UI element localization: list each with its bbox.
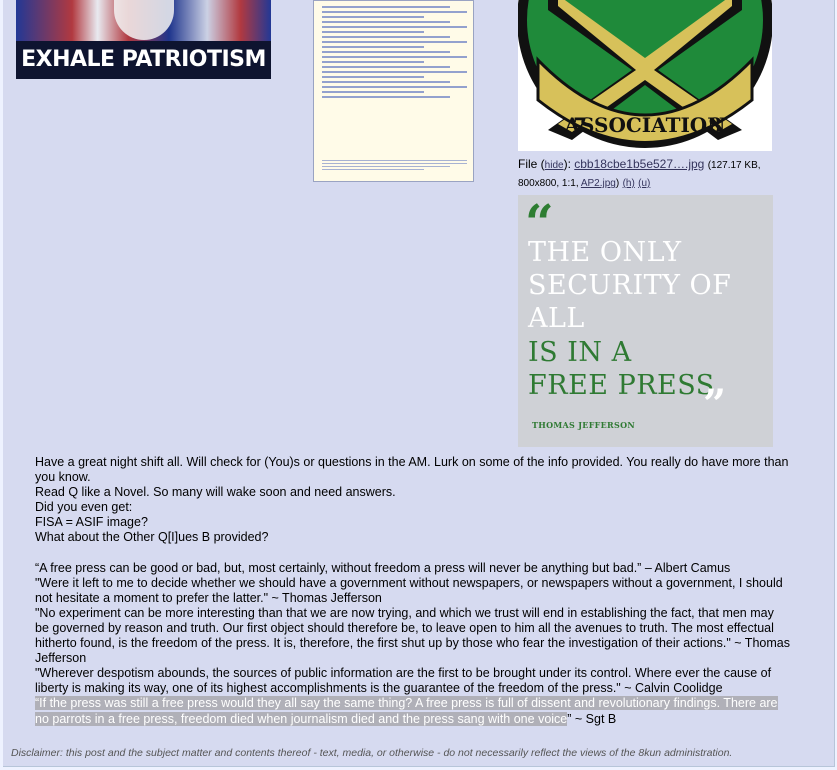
quote-author: THOMAS JEFFERSON <box>532 420 635 430</box>
file-prefix: File ( <box>518 157 545 171</box>
badge-text: ASSOCIATION <box>563 113 725 137</box>
quote-attribution: ” ~ Sgt B <box>567 711 617 726</box>
quote-line-2: SECURITY OF <box>528 270 732 301</box>
quote-paragraph: "No experiment can be more interesting t… <box>35 605 790 666</box>
file-info: File (hide): cbb18cbe1b5e527….jpg (127.1… <box>518 156 798 192</box>
quote-line-4: IS IN A <box>528 337 632 368</box>
post-line: Read Q like a Novel. So many will wake s… <box>35 485 396 500</box>
rights-document-image[interactable] <box>313 0 474 182</box>
original-name-link[interactable]: AP2.jpg <box>581 178 616 189</box>
image-caption: EXHALE PATRIOTISM <box>16 41 271 79</box>
document-text-lines <box>322 3 467 101</box>
u-link[interactable]: (u) <box>638 178 650 189</box>
highlighted-quote: “If the press was still a free press wou… <box>35 696 778 726</box>
file-name-link[interactable]: cbb18cbe1b5e527….jpg <box>574 157 704 171</box>
post-line: Have a great night shift all. Will check… <box>35 455 789 485</box>
badge-number-left: 7 <box>573 113 587 137</box>
quote-paragraph-last: “If the press was still a free press wou… <box>35 696 790 726</box>
post-line: FISA = ASIF image? <box>35 515 148 530</box>
quote-line-3: ALL <box>528 303 585 334</box>
badge-number-right: 8 <box>708 113 722 137</box>
quote-line-5: FREE PRESS <box>528 370 715 401</box>
free-press-quote-image[interactable]: “ THE ONLY SECURITY OF ALL IS IN A FREE … <box>518 195 773 447</box>
hide-link[interactable]: hide <box>545 160 564 171</box>
quote-paragraph: "Wherever despotism abounds, the sources… <box>35 666 772 696</box>
post-container: EXHALE PATRIOTISM ASSOCIATION 7 8 File (… <box>3 0 835 767</box>
post-line: What about the Other Q[I]ues B provided? <box>35 530 269 545</box>
post-body: Have a great night shift all. Will check… <box>35 455 790 727</box>
file-middle: ): <box>563 157 575 171</box>
badge-graphic: ASSOCIATION 7 8 <box>518 0 772 151</box>
close-quote-mark: ” <box>703 381 727 428</box>
patriotism-image[interactable]: EXHALE PATRIOTISM <box>16 0 271 79</box>
association-badge-image[interactable]: ASSOCIATION 7 8 <box>518 0 772 151</box>
quote-paragraph: “A free press can be good or bad, but, m… <box>35 560 731 575</box>
h-link[interactable]: (h) <box>623 178 635 189</box>
quote-line-1: THE ONLY <box>528 237 682 268</box>
quote-paragraph: "Were it left to me to decide whether we… <box>35 575 783 605</box>
document-footer <box>322 158 467 172</box>
disclaimer: Disclaimer: this post and the subject ma… <box>11 747 733 759</box>
post-line: Did you even get: <box>35 500 133 515</box>
file-close: ) <box>615 178 620 189</box>
